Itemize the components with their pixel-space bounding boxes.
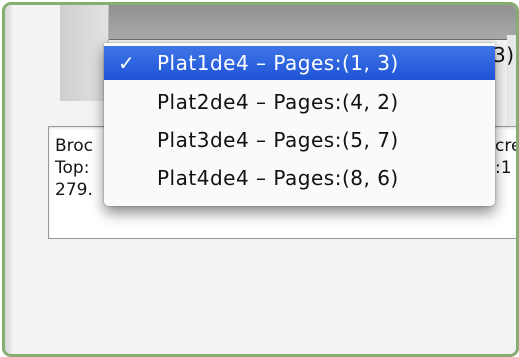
menu-item-plat1[interactable]: ✓ Plat1de4 – Pages:(1, 3) (104, 46, 495, 80)
left-stripe (5, 5, 12, 354)
menu-item-plat4[interactable]: Plat4de4 – Pages:(8, 6) (104, 161, 495, 195)
text-line: :1 (495, 158, 512, 178)
checkmark-icon: ✓ (118, 51, 135, 75)
text-line: Top: (55, 158, 90, 178)
menu-item-label: Plat3de4 – Pages:(5, 7) (157, 128, 399, 152)
text-line: cre (495, 136, 519, 156)
menu-item-label: Plat2de4 – Pages:(4, 2) (157, 90, 399, 114)
text-line: 279. (55, 180, 93, 200)
menu-item-label: Plat4de4 – Pages:(8, 6) (157, 166, 399, 190)
text-line: Broc (55, 136, 94, 156)
popup-button-well (60, 5, 109, 101)
menu-item-plat2[interactable]: Plat2de4 – Pages:(4, 2) (104, 85, 495, 119)
menu-item-label: Plat1de4 – Pages:(1, 3) (157, 51, 399, 75)
pages-popup-button[interactable] (103, 5, 516, 40)
popup-current-value: 3) (493, 43, 515, 67)
pages-dropdown-menu: ✓ Plat1de4 – Pages:(1, 3) Plat2de4 – Pag… (104, 43, 495, 206)
menu-item-plat3[interactable]: Plat3de4 – Pages:(5, 7) (104, 123, 495, 157)
